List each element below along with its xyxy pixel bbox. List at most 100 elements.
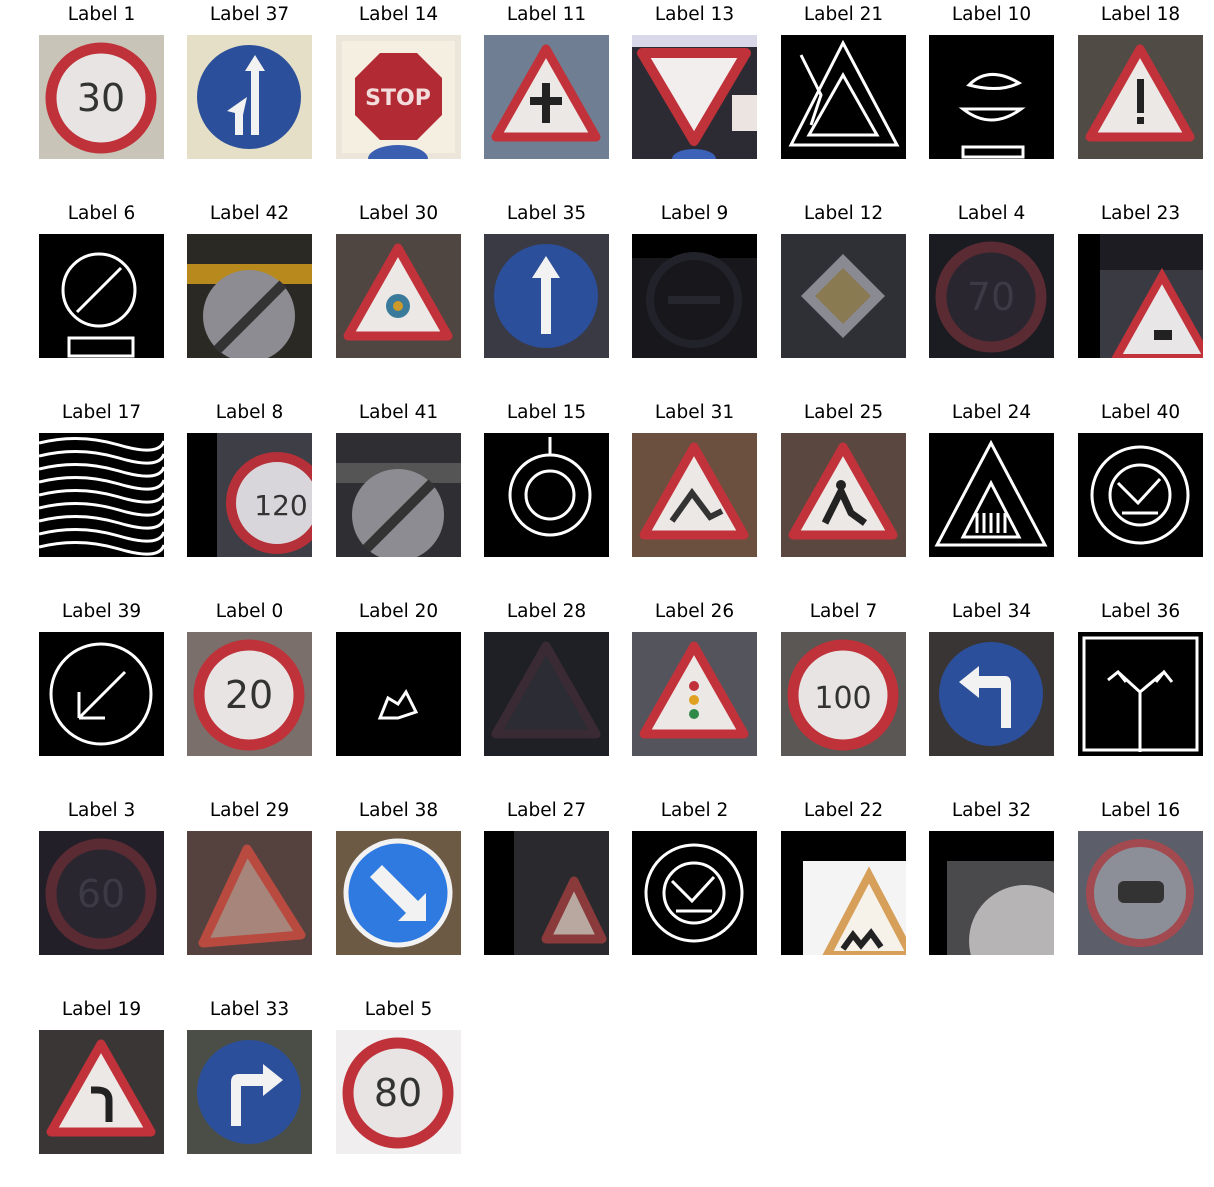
sign-image xyxy=(39,234,164,358)
sign-image xyxy=(1078,234,1203,358)
sign-image xyxy=(632,433,757,557)
tile-label: Label 21 xyxy=(803,4,884,25)
svg-text:60: 60 xyxy=(77,872,125,916)
sign-image xyxy=(929,831,1054,955)
tile-label: Label 14 xyxy=(358,4,439,25)
sign-image xyxy=(1078,632,1203,756)
sign-drawing xyxy=(781,831,906,955)
tile-label: Label 8 xyxy=(215,402,284,423)
sign-drawing: 60 xyxy=(39,831,164,955)
sign-drawing xyxy=(484,632,609,756)
tile-label: Label 24 xyxy=(951,402,1032,423)
tile-label: Label 0 xyxy=(215,601,284,622)
sign-image xyxy=(781,234,906,358)
tile-label: Label 11 xyxy=(506,4,587,25)
sign-drawing xyxy=(336,831,461,955)
sign-drawing xyxy=(1078,35,1203,159)
sign-drawing xyxy=(781,35,906,159)
tile-label: Label 20 xyxy=(358,601,439,622)
sign-image xyxy=(1078,831,1203,955)
sign-image: 80 xyxy=(336,1030,461,1154)
sign-drawing: 120 xyxy=(187,433,312,557)
sign-drawing xyxy=(336,433,461,557)
sign-image xyxy=(336,632,461,756)
sign-image xyxy=(39,433,164,557)
sign-drawing xyxy=(484,831,609,955)
tile-label: Label 12 xyxy=(803,203,884,224)
tile-label: Label 10 xyxy=(951,4,1032,25)
sign-image xyxy=(632,35,757,159)
sign-image xyxy=(484,831,609,955)
sign-drawing xyxy=(781,433,906,557)
tile-label: Label 42 xyxy=(209,203,290,224)
sign-image xyxy=(484,632,609,756)
sign-drawing xyxy=(1078,831,1203,955)
sign-image xyxy=(336,433,461,557)
tile-label: Label 2 xyxy=(660,800,729,821)
sign-drawing xyxy=(632,35,757,159)
sign-drawing xyxy=(929,35,1054,159)
sign-image: STOP xyxy=(336,35,461,159)
tile-label: Label 27 xyxy=(506,800,587,821)
tile-label: Label 39 xyxy=(61,601,142,622)
sign-drawing xyxy=(929,433,1054,557)
sign-drawing xyxy=(39,234,164,358)
tile-label: Label 16 xyxy=(1100,800,1181,821)
tile-label: Label 31 xyxy=(654,402,735,423)
sign-image xyxy=(39,1030,164,1154)
sign-image xyxy=(187,35,312,159)
tile-label: Label 29 xyxy=(209,800,290,821)
tile-label: Label 19 xyxy=(61,999,142,1020)
svg-text:80: 80 xyxy=(374,1071,422,1115)
tile-label: Label 40 xyxy=(1100,402,1181,423)
tile-label: Label 26 xyxy=(654,601,735,622)
tile-label: Label 41 xyxy=(358,402,439,423)
sign-drawing xyxy=(632,632,757,756)
tile-label: Label 33 xyxy=(209,999,290,1020)
tile-label: Label 6 xyxy=(67,203,136,224)
sign-image: 70 xyxy=(929,234,1054,358)
sign-image xyxy=(39,632,164,756)
sign-drawing: 80 xyxy=(336,1030,461,1154)
sign-drawing xyxy=(39,433,164,557)
sign-drawing xyxy=(484,234,609,358)
sign-image xyxy=(781,433,906,557)
sign-drawing xyxy=(187,234,312,358)
tile-label: Label 7 xyxy=(809,601,878,622)
sign-image xyxy=(632,632,757,756)
svg-text:30: 30 xyxy=(77,76,125,120)
sign-drawing xyxy=(1078,234,1203,358)
tile-label: Label 35 xyxy=(506,203,587,224)
tile-label: Label 36 xyxy=(1100,601,1181,622)
tile-label: Label 25 xyxy=(803,402,884,423)
tile-label: Label 38 xyxy=(358,800,439,821)
sign-image xyxy=(484,35,609,159)
sign-drawing xyxy=(484,35,609,159)
tile-label: Label 37 xyxy=(209,4,290,25)
sign-drawing xyxy=(929,831,1054,955)
sign-drawing xyxy=(632,433,757,557)
sign-image xyxy=(1078,35,1203,159)
sign-drawing xyxy=(39,1030,164,1154)
tile-label: Label 23 xyxy=(1100,203,1181,224)
sign-image xyxy=(1078,433,1203,557)
sign-image xyxy=(484,433,609,557)
sign-drawing xyxy=(1078,632,1203,756)
svg-text:120: 120 xyxy=(254,489,307,522)
sign-drawing xyxy=(39,632,164,756)
sign-image: 100 xyxy=(781,632,906,756)
tile-label: Label 18 xyxy=(1100,4,1181,25)
sign-image xyxy=(632,234,757,358)
tile-label: Label 17 xyxy=(61,402,142,423)
sign-drawing xyxy=(187,35,312,159)
sign-drawing xyxy=(1078,433,1203,557)
sign-drawing: STOP xyxy=(336,35,461,159)
sign-image xyxy=(187,1030,312,1154)
sign-image: 60 xyxy=(39,831,164,955)
sign-image: 120 xyxy=(187,433,312,557)
sign-image xyxy=(929,35,1054,159)
sign-drawing xyxy=(484,433,609,557)
tile-label: Label 30 xyxy=(358,203,439,224)
sign-drawing: 70 xyxy=(929,234,1054,358)
sign-drawing: 100 xyxy=(781,632,906,756)
